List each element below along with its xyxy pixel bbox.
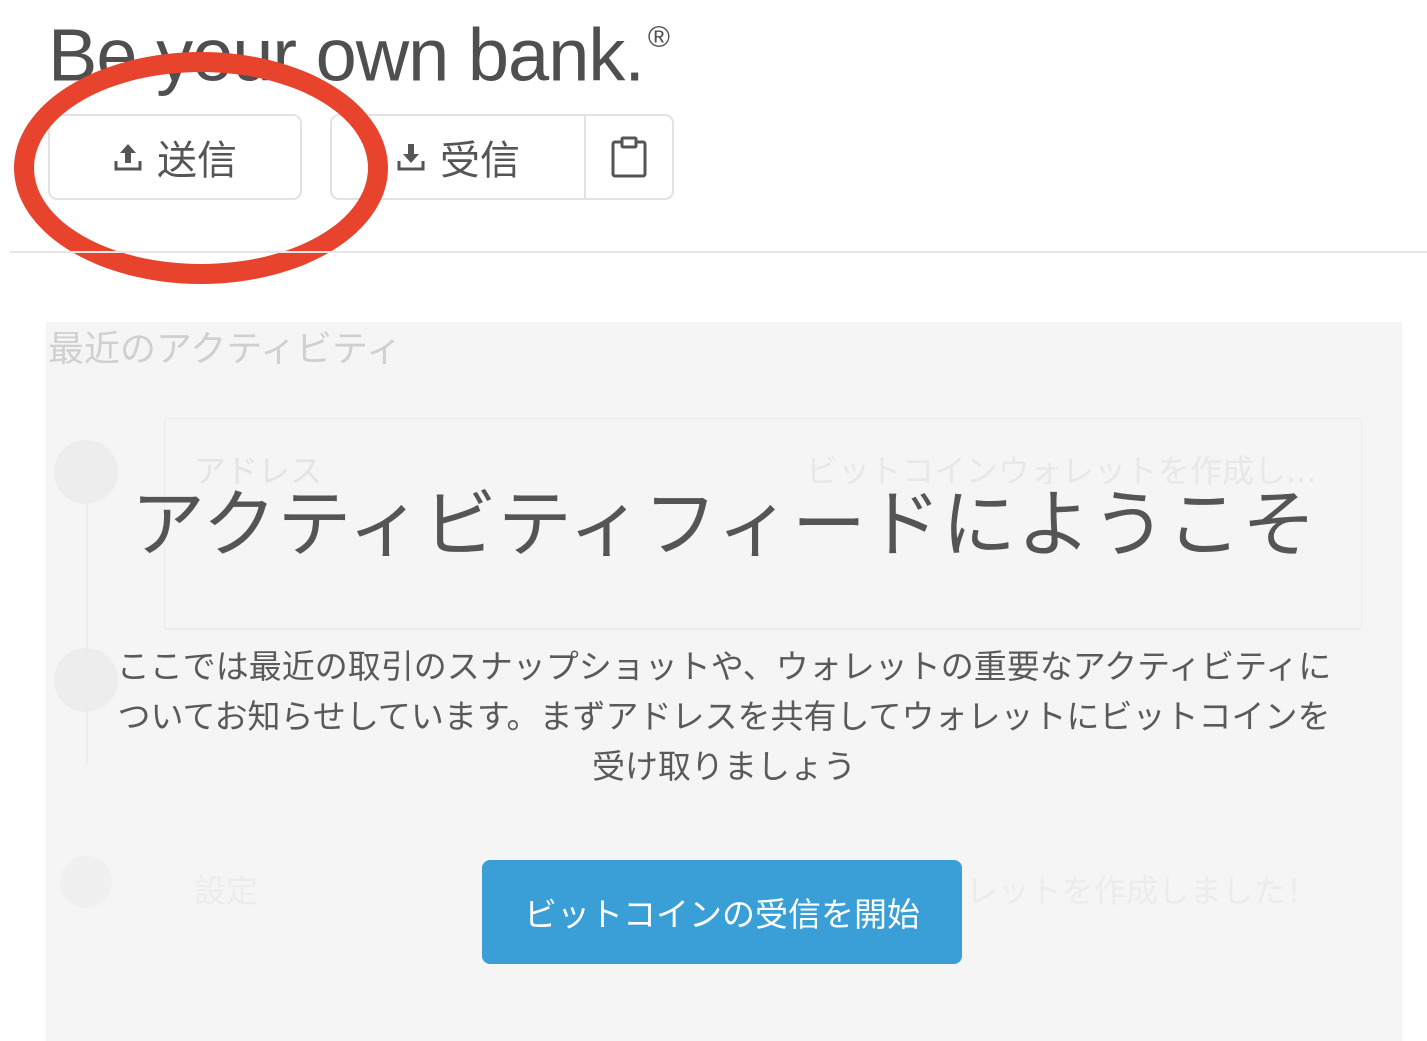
activity-feed-panel: アドレス ビットコインウォレットを作成し... 設定 レットを作成しました！ ア… <box>46 322 1402 1041</box>
receive-button-group: 受信 <box>330 114 674 200</box>
copy-address-button[interactable] <box>586 116 672 198</box>
download-arrow-icon <box>396 141 426 173</box>
send-button-label: 送信 <box>157 138 237 184</box>
send-button[interactable]: 送信 <box>48 114 302 200</box>
clipboard-icon <box>610 136 648 178</box>
placeholder-divider <box>164 628 1360 629</box>
welcome-title: アクティビティフィードにようこそ <box>131 482 1317 568</box>
receive-button-label: 受信 <box>440 138 520 184</box>
placeholder-row-label: 設定 <box>194 872 259 910</box>
page-headline: Be your own bank. ® <box>48 0 670 102</box>
start-receiving-button[interactable]: ビットコインの受信を開始 <box>482 860 962 964</box>
welcome-description: ここでは最近の取引のスナップショットや、ウォレットの重要なアクティビティについて… <box>116 647 1332 786</box>
header-divider <box>10 251 1427 253</box>
headline-text: Be your own bank. <box>48 13 645 97</box>
gear-icon <box>60 856 112 908</box>
receive-button[interactable]: 受信 <box>332 116 586 198</box>
recent-activity-title: 最近のアクティビティ <box>48 329 402 370</box>
placeholder-row-detail: レットを作成しました！ <box>966 872 1319 910</box>
upload-arrow-icon <box>113 141 143 173</box>
registered-mark: ® <box>647 21 670 54</box>
